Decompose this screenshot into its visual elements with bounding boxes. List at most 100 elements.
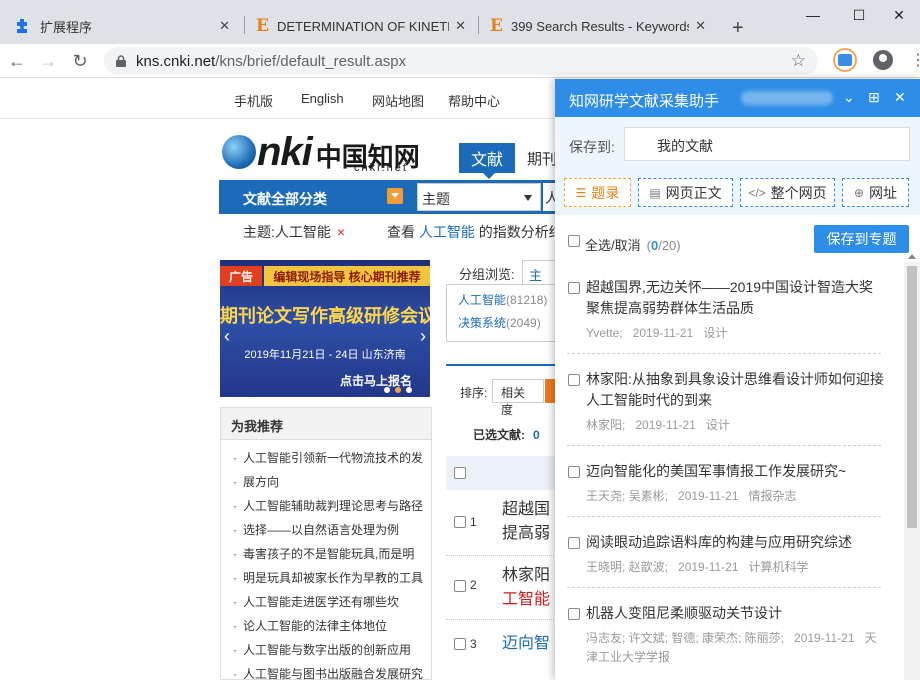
scrollbar-thumb[interactable] [907,266,917,528]
mode-citation-button[interactable]: ☰ 题录 [564,178,631,207]
item-checkbox[interactable] [568,374,580,386]
globe-icon: ⊕ [853,185,865,200]
nav-mobile[interactable]: 手机版 [234,91,273,110]
sort-label: 排序: [460,386,488,400]
url-field[interactable]: kns.cnki.net /kns/brief/default_result.a… [104,47,818,75]
row-checkbox[interactable] [454,638,466,650]
close-icon[interactable]: ✕ [695,18,706,34]
recommend-item[interactable]: 毒害孩子的不是智能玩具,而是明 [231,542,425,566]
list-item: 超越国界,无边关怀——2019中国设计智造大奖聚焦提高弱势群体生活品质 Yvet… [567,277,881,354]
profile-avatar-icon[interactable] [873,50,893,70]
group-tab-topic[interactable]: 主题 [522,260,556,302]
carousel-dot[interactable] [384,387,390,393]
document-icon: ▤ [649,185,661,200]
recommend-item[interactable]: 论人工智能的法律主体地位 [231,614,425,638]
close-window-button[interactable]: ✕ [876,0,920,30]
row-checkbox[interactable] [454,580,466,592]
tab-literature[interactable]: 文献 [459,143,515,179]
item-checkbox[interactable] [568,608,580,620]
item-checkbox[interactable] [568,537,580,549]
select-all-label[interactable]: 全选/取消 (0/20) [585,235,681,254]
banner-strip: 编辑现场指导 核心期刊推荐 [264,266,430,286]
save-to-topic-button[interactable]: 保存到专题 [814,225,909,253]
recommend-item[interactable]: 人工智能走进医学还有哪些坎 [231,590,425,614]
close-icon[interactable]: ✕ [894,89,906,106]
more-menu-icon[interactable]: ⋮ [910,50,920,70]
select-all-checkbox[interactable] [568,235,580,247]
category-label[interactable]: 文献全部分类 [243,189,327,209]
grid-icon[interactable]: ⊞ [868,89,880,106]
chevron-down-icon[interactable]: ⌄ [843,89,855,106]
tab-journal[interactable]: 期刊 [527,148,557,169]
minimize-button[interactable]: — [790,0,836,30]
keyword-input[interactable]: 人 [543,183,559,211]
item-title[interactable]: 林家阳:从抽象到具象设计思维看设计师如何迎接人工智能时代的到来 [586,369,886,411]
nav-sitemap[interactable]: 网站地图 [372,91,424,110]
result-title[interactable]: 工智能 [502,588,550,612]
result-title[interactable]: 超越国 [502,498,550,522]
panel-scrollbar[interactable] [904,254,920,680]
mode-webtext-button[interactable]: ▤ 网页正文 [638,178,733,207]
recommend-item[interactable]: 选择——以自然语言处理为例 [231,518,425,542]
close-icon[interactable]: ✕ [455,18,466,34]
recommend-item[interactable]: 人工智能引领新一代物流技术的发 [231,446,425,470]
recommend-item[interactable]: 人工智能与图书出版融合发展研究 [231,662,425,680]
recommend-item[interactable]: 展方向 [231,470,425,494]
close-icon[interactable]: ✕ [219,18,230,34]
tab-search-results[interactable]: E 399 Search Results - Keywords ✕ [480,8,716,44]
item-checkbox[interactable] [568,466,580,478]
item-meta: Yvette; 2019-11-21 设计 [586,326,728,340]
view-keyword-link[interactable]: 人工智能 [419,224,475,240]
mode-fullpage-button[interactable]: </> 整个网页 [740,178,835,207]
forward-arrow-icon[interactable]: → [36,49,60,73]
carousel-dot[interactable] [406,387,412,393]
recommend-item[interactable]: 人工智能辅助裁判理论思考与路径 [231,494,425,518]
item-meta: 林家阳; 2019-11-21 设计 [586,418,730,432]
group-item[interactable]: 人工智能(81218) [447,291,555,308]
tab-separator [244,16,245,34]
chevron-left-icon[interactable]: ‹ [224,326,230,347]
row-checkbox[interactable] [454,516,466,528]
item-title[interactable]: 机器人变阻尼柔顺驱动关节设计 [586,603,886,624]
cnki-logo[interactable]: nki 中国知网 cnki.net [222,132,420,174]
item-meta: 王天尧; 吴素彬; 2019-11-21 情报杂志 [586,489,797,503]
item-title[interactable]: 阅读眼动追踪语料库的构建与应用研究综述 [586,532,886,553]
banner-headline: 期刊论文写作高级研修会议 [220,306,430,326]
tab-determination[interactable]: E DETERMINATION OF KINETIC ✕ [246,8,476,44]
mode-url-button[interactable]: ⊕ 网址 [842,178,909,207]
extension-icon[interactable] [833,48,857,72]
url-host: kns.cnki.net [136,52,216,70]
remove-filter-icon[interactable]: × [337,224,345,240]
sort-relevance-button[interactable]: 相关度 [492,379,544,417]
selected-count: 已选文献: 0 [473,428,540,442]
tab-extensions[interactable]: 扩展程序 ✕ [4,8,240,44]
result-title[interactable]: 提高弱 [502,522,550,546]
bookmark-star-icon[interactable]: ☆ [791,51,806,71]
recommend-item[interactable]: 明是玩具却被家长作为早教的工具 [231,566,425,590]
recommend-item[interactable]: 人工智能与数字出版的创新应用 [231,638,425,662]
group-item[interactable]: 决策系统(2049) [447,314,555,331]
ad-banner[interactable]: 广告 编辑现场指导 核心期刊推荐 期刊论文写作高级研修会议 2019年11月21… [220,260,430,397]
nav-help[interactable]: 帮助中心 [448,91,500,110]
chevron-down-icon[interactable] [387,188,403,204]
field-select[interactable]: 主题 [417,183,541,211]
carousel-dots [384,387,412,393]
reload-icon[interactable]: ↻ [68,49,92,73]
results-header [446,456,556,490]
select-all-checkbox[interactable] [454,467,466,479]
collector-panel: 知网研学文献采集助手 ⌄ ⊞ ✕ 保存到: 我的文献 ☰ 题录 ▤ 网页正文 </>… [555,79,920,680]
new-tab-button[interactable]: + [722,10,752,46]
back-arrow-icon[interactable]: ← [5,49,29,73]
item-title[interactable]: 超越国界,无边关怀——2019中国设计智造大奖聚焦提高弱势群体生活品质 [586,277,886,319]
panel-title: 知网研学文献采集助手 [569,93,720,110]
save-to-label: 保存到: [569,139,615,155]
carousel-dot[interactable] [395,387,401,393]
nav-english[interactable]: English [301,91,344,106]
result-title[interactable]: 林家阳 [502,564,550,588]
chevron-right-icon[interactable]: › [420,326,426,347]
item-checkbox[interactable] [568,282,580,294]
result-title[interactable]: 迈向智 [502,632,550,656]
save-to-field[interactable]: 我的文献 [624,127,910,161]
item-title[interactable]: 迈向智能化的美国军事情报工作发展研究~ [586,461,886,482]
scroll-up-icon[interactable] [908,254,916,259]
